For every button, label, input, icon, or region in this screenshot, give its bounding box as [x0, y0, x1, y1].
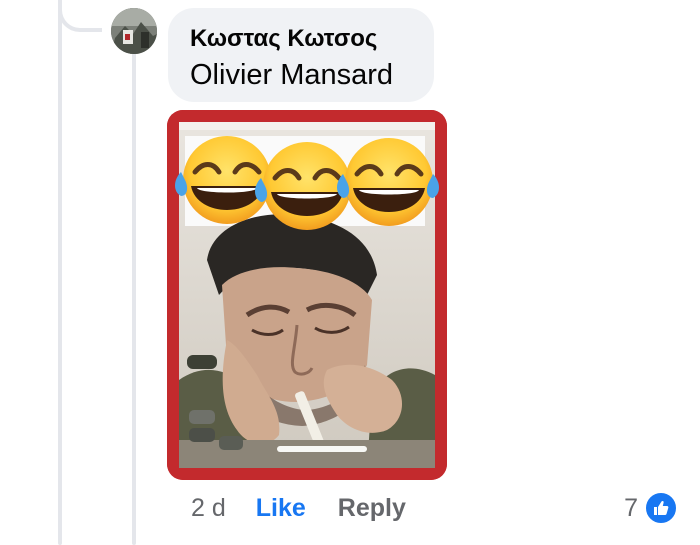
avatar[interactable] [111, 8, 157, 54]
reply-button[interactable]: Reply [338, 494, 406, 523]
thread-line [58, 0, 62, 545]
comment-actions: 2 d Like Reply [191, 490, 406, 526]
comment-timestamp[interactable]: 2 d [191, 494, 226, 523]
meme-image [167, 110, 447, 480]
reaction-summary[interactable]: 7 [624, 490, 678, 526]
comment-attachment-image[interactable] [167, 110, 447, 480]
comment-bubble: Κωστας Κωτσος Olivier Mansard [168, 8, 434, 102]
comment-thread: Κωστας Κωτσος Olivier Mansard 2 d Like R… [0, 0, 700, 545]
thread-connector [58, 0, 102, 32]
comment-author[interactable]: Κωστας Κωτσος [190, 22, 412, 56]
comment-text: Olivier Mansard [190, 59, 394, 91]
like-button[interactable]: Like [256, 494, 306, 523]
thumbs-up-icon [644, 491, 678, 525]
reaction-count: 7 [624, 493, 638, 522]
reply-thread-line [132, 52, 136, 545]
avatar-image [111, 8, 157, 54]
